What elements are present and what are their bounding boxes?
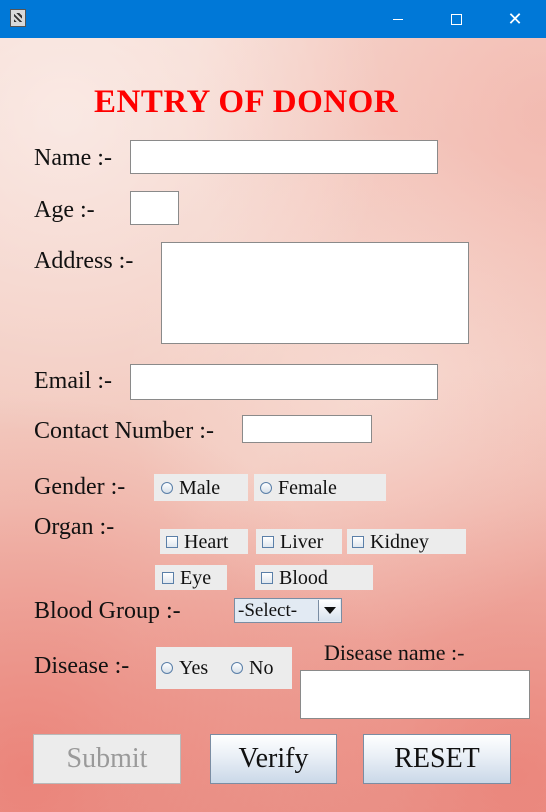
radio-button-icon (161, 662, 173, 674)
name-input[interactable] (130, 140, 438, 174)
contact-number-input[interactable] (242, 415, 372, 443)
disease-name-input[interactable] (300, 670, 530, 719)
app-icon[interactable] (10, 9, 26, 27)
organ-option-label: Blood (279, 566, 328, 589)
organ-checkbox-eye[interactable]: Eye (162, 566, 211, 590)
disease-label: Disease :- (34, 653, 130, 679)
name-label: Name :- (34, 145, 112, 171)
disease-option-label: No (249, 656, 274, 679)
organ-checkbox-heart[interactable]: Heart (166, 530, 228, 554)
checkbox-icon (166, 536, 178, 548)
gender-option-label: Male (179, 476, 221, 499)
organ-checkbox-liver[interactable]: Liver (262, 530, 323, 554)
email-input[interactable] (130, 364, 438, 400)
email-label: Email :- (34, 368, 112, 394)
checkbox-icon (162, 572, 174, 584)
disease-name-label: Disease name :- (324, 640, 465, 665)
minimize-icon (393, 18, 403, 20)
organ-checkbox-blood[interactable]: Blood (261, 566, 328, 590)
gender-radio-male[interactable]: Male (161, 476, 220, 500)
blood-group-select[interactable]: -Select- (234, 598, 342, 623)
address-textarea[interactable] (161, 242, 469, 344)
checkbox-icon (352, 536, 364, 548)
disease-radio-yes[interactable]: Yes (161, 656, 208, 680)
submit-button[interactable]: Submit (33, 734, 181, 784)
contact-number-label: Contact Number :- (34, 418, 214, 444)
close-icon: ✕ (507, 8, 523, 30)
close-button[interactable]: ✕ (486, 0, 544, 38)
organ-option-label: Kidney (370, 530, 429, 553)
gender-radio-female[interactable]: Female (260, 476, 337, 500)
radio-button-icon (161, 482, 173, 494)
reset-button[interactable]: RESET (363, 734, 511, 784)
checkbox-icon (262, 536, 274, 548)
disease-radio-no[interactable]: No (231, 656, 273, 680)
verify-button[interactable]: Verify (210, 734, 337, 784)
form-heading: ENTRY OF DONOR (94, 84, 399, 120)
organ-checkbox-kidney[interactable]: Kidney (352, 530, 429, 554)
checkbox-icon (261, 572, 273, 584)
organ-option-label: Heart (184, 530, 229, 553)
age-label: Age :- (34, 197, 95, 223)
blood-group-selected-value: -Select- (238, 599, 298, 621)
maximize-button[interactable] (427, 0, 485, 38)
radio-button-icon (231, 662, 243, 674)
organ-label: Organ :- (34, 514, 115, 540)
radio-button-icon (260, 482, 272, 494)
dropdown-arrow-icon[interactable] (318, 600, 340, 621)
minimize-button[interactable] (369, 0, 427, 38)
age-input[interactable] (130, 191, 179, 225)
maximize-icon (450, 13, 462, 25)
disease-option-label: Yes (179, 656, 209, 679)
address-label: Address :- (34, 248, 134, 274)
blood-group-label: Blood Group :- (34, 598, 181, 624)
gender-label: Gender :- (34, 474, 126, 500)
organ-option-label: Eye (180, 566, 212, 589)
gender-option-label: Female (278, 476, 337, 499)
title-bar: ✕ (0, 0, 546, 38)
organ-option-label: Liver (280, 530, 324, 553)
